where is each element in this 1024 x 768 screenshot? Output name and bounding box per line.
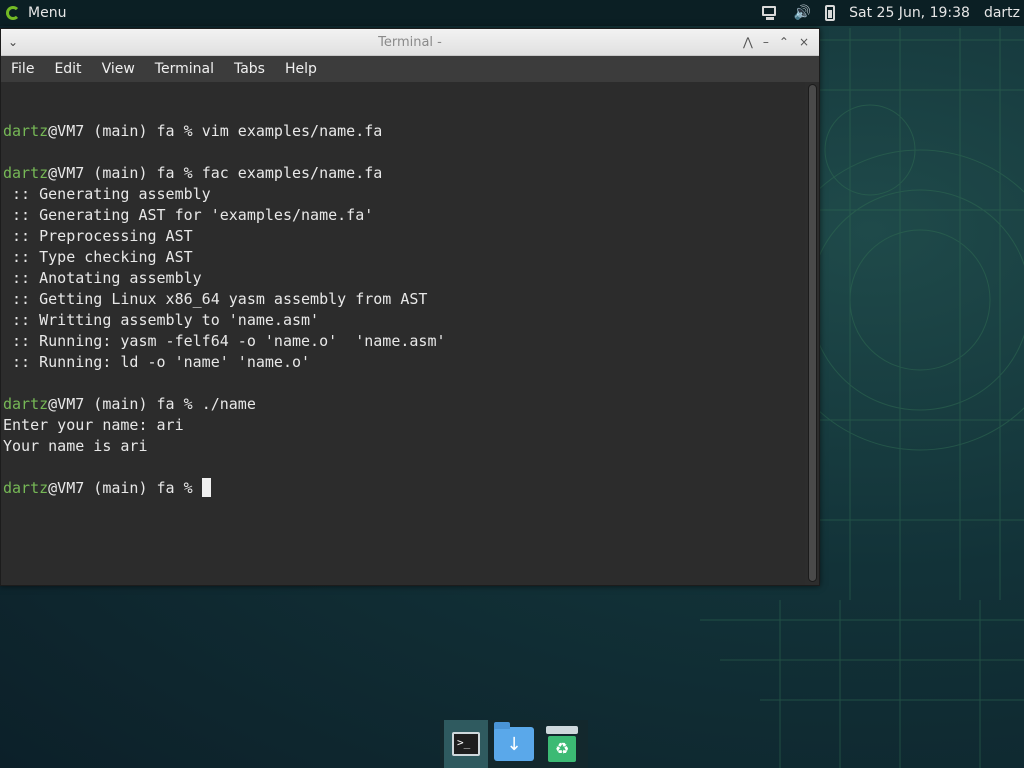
- prompt-user: dartz: [3, 122, 49, 140]
- text-cursor: [201, 478, 211, 497]
- terminal-prompt-line: dartz@VM7 (main) fa % vim examples/name.…: [3, 121, 805, 142]
- window-controls: ⋀ – ⌃ ×: [743, 35, 809, 49]
- volume-icon[interactable]: 🔊: [794, 5, 811, 21]
- prompt-host-path: @VM7 (main) fa %: [48, 479, 202, 497]
- terminal-output-line: :: Anotating assembly: [3, 269, 202, 287]
- terminal-output-line: Your name is ari: [3, 437, 148, 455]
- menu-edit[interactable]: Edit: [44, 61, 91, 77]
- battery-icon[interactable]: [825, 5, 836, 21]
- window-titlebar[interactable]: ⌄ Terminal - ⋀ – ⌃ ×: [1, 29, 819, 56]
- terminal-output-line: :: Running: ld -o 'name' 'name.o': [3, 353, 311, 371]
- terminal-scrollbar[interactable]: [808, 84, 817, 582]
- application-menu-button[interactable]: Menu: [6, 5, 66, 21]
- terminal-output-line: :: Getting Linux x86_64 yasm assembly fr…: [3, 290, 428, 308]
- scrollbar-thumb[interactable]: [809, 85, 816, 581]
- terminal-output[interactable]: dartz@VM7 (main) fa % vim examples/name.…: [1, 82, 805, 585]
- terminal-prompt-line: dartz@VM7 (main) fa % ./name: [3, 394, 805, 415]
- menu-label: Menu: [28, 5, 67, 21]
- dock: >_ ↓ ♻: [440, 720, 588, 768]
- minimize-icon[interactable]: –: [763, 35, 769, 49]
- prompt-command: ./name: [201, 395, 256, 413]
- clock[interactable]: Sat 25 Jun, 19:38: [849, 5, 970, 21]
- terminal-output-line: :: Generating assembly: [3, 185, 211, 203]
- top-panel: Menu 🔊 Sat 25 Jun, 19:38 dartz: [0, 0, 1024, 26]
- prompt-host-path: @VM7 (main) fa %: [48, 164, 202, 182]
- maximize-icon[interactable]: ⌃: [779, 35, 789, 49]
- opensuse-logo-icon: [6, 6, 20, 20]
- menu-terminal[interactable]: Terminal: [145, 61, 224, 77]
- terminal-output-line: :: Generating AST for 'examples/name.fa': [3, 206, 374, 224]
- terminal-icon: >_: [452, 732, 480, 756]
- dock-downloads-folder[interactable]: ↓: [492, 720, 536, 768]
- menu-tabs[interactable]: Tabs: [224, 61, 275, 77]
- pin-icon[interactable]: ⋀: [743, 35, 753, 49]
- terminal-output-line: :: Running: yasm -felf64 -o 'name.o' 'na…: [3, 332, 446, 350]
- menu-view[interactable]: View: [92, 61, 145, 77]
- terminal-prompt-line: dartz@VM7 (main) fa % fac examples/name.…: [3, 163, 805, 184]
- window-title: Terminal -: [378, 34, 442, 50]
- user-menu[interactable]: dartz: [984, 5, 1020, 21]
- network-icon[interactable]: [760, 5, 780, 21]
- dock-trash[interactable]: ♻: [540, 720, 584, 768]
- terminal-output-line: :: Type checking AST: [3, 248, 193, 266]
- terminal-output-line: Enter your name: ari: [3, 416, 184, 434]
- window-menu-chevron-icon[interactable]: ⌄: [1, 35, 25, 49]
- prompt-host-path: @VM7 (main) fa %: [48, 395, 202, 413]
- prompt-command: fac examples/name.fa: [201, 164, 383, 182]
- menu-file[interactable]: File: [1, 61, 44, 77]
- prompt-command: vim examples/name.fa: [201, 122, 383, 140]
- menubar: File Edit View Terminal Tabs Help: [1, 56, 819, 82]
- folder-download-icon: ↓: [494, 722, 534, 761]
- terminal-output-line: :: Writting assembly to 'name.asm': [3, 311, 320, 329]
- terminal-window: ⌄ Terminal - ⋀ – ⌃ × File Edit View Term…: [0, 28, 820, 586]
- close-icon[interactable]: ×: [799, 35, 809, 49]
- system-tray: 🔊 Sat 25 Jun, 19:38 dartz: [760, 5, 1020, 21]
- terminal-prompt-line: dartz@VM7 (main) fa %: [3, 478, 805, 499]
- prompt-user: dartz: [3, 395, 49, 413]
- prompt-user: dartz: [3, 164, 49, 182]
- dock-terminal-launcher[interactable]: >_: [444, 720, 488, 768]
- terminal-output-line: :: Preprocessing AST: [3, 227, 193, 245]
- prompt-host-path: @VM7 (main) fa %: [48, 122, 202, 140]
- trash-icon: ♻: [546, 726, 578, 762]
- menu-help[interactable]: Help: [275, 61, 327, 77]
- prompt-user: dartz: [3, 479, 49, 497]
